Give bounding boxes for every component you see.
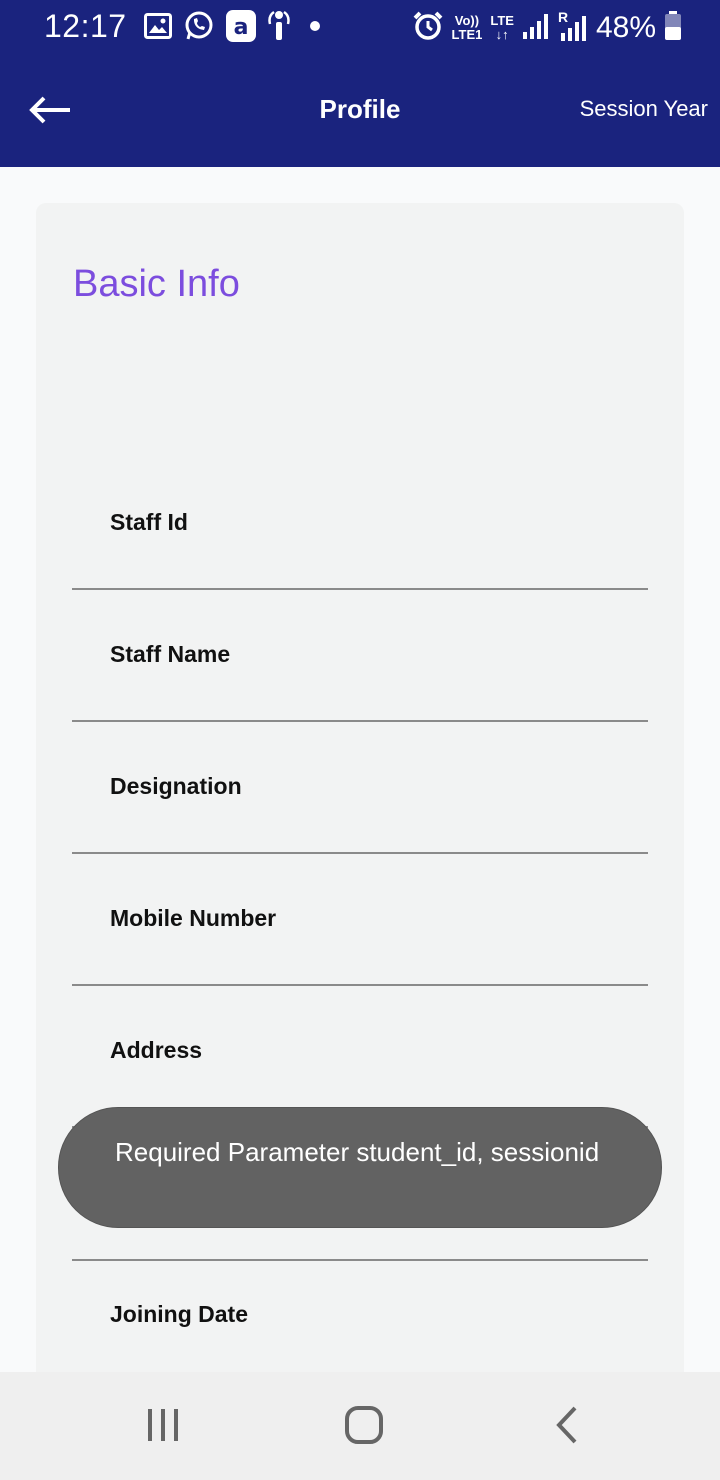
info-icon: [268, 10, 290, 47]
whatsapp-icon: [184, 11, 214, 46]
toast-message: Required Parameter student_id, sessionid: [58, 1107, 662, 1228]
battery-percent: 48%: [595, 11, 656, 44]
status-time: 12:17: [44, 8, 127, 44]
field-label: Address: [110, 1037, 203, 1063]
data-arrows-icon: ↓↑: [495, 27, 509, 42]
status-bar: 12:17 a Vo)) LTE1 LTE ↓↑ R 48%: [0, 0, 720, 56]
field-mobile-number[interactable]: Mobile Number: [72, 905, 648, 1037]
navigation-bar: [0, 1372, 720, 1480]
recents-button[interactable]: [133, 1402, 193, 1452]
system-icons: Vo)) LTE1 LTE ↓↑ R 48%: [412, 8, 682, 48]
field-designation[interactable]: Designation: [72, 773, 648, 905]
notification-icons: a: [144, 9, 328, 47]
card-title: Basic Info: [73, 263, 240, 305]
battery-icon: [664, 10, 682, 46]
roaming-signal-icon: R: [558, 9, 588, 43]
a-app-icon: a: [226, 9, 256, 47]
home-button[interactable]: [334, 1402, 394, 1452]
gallery-icon: [144, 12, 172, 44]
field-staff-id[interactable]: Staff Id: [72, 509, 648, 641]
home-icon: [344, 1405, 384, 1450]
back-chevron-icon: [553, 1405, 579, 1450]
signal-icon: [522, 12, 550, 45]
svg-text:a: a: [234, 15, 249, 40]
system-back-button[interactable]: [536, 1402, 596, 1452]
field-underline: [72, 852, 648, 854]
field-label: Staff Name: [110, 641, 231, 667]
field-underline: [72, 984, 648, 986]
volte-indicator: Vo)) LTE1: [451, 13, 483, 42]
field-label: Designation: [110, 773, 242, 799]
field-underline: [72, 1259, 648, 1261]
field-underline: [72, 720, 648, 722]
lte-indicator: LTE ↓↑: [490, 13, 514, 42]
dot-icon: [302, 19, 328, 37]
field-underline: [72, 588, 648, 590]
field-label: Joining Date: [110, 1301, 249, 1327]
field-staff-name[interactable]: Staff Name: [72, 641, 648, 773]
field-label: Mobile Number: [110, 905, 277, 931]
app-bar: Profile Session Year: [0, 56, 720, 167]
session-year-button[interactable]: Session Year: [580, 96, 708, 122]
recents-icon: [145, 1407, 181, 1448]
alarm-icon: [412, 10, 444, 47]
field-label: Staff Id: [110, 509, 188, 535]
